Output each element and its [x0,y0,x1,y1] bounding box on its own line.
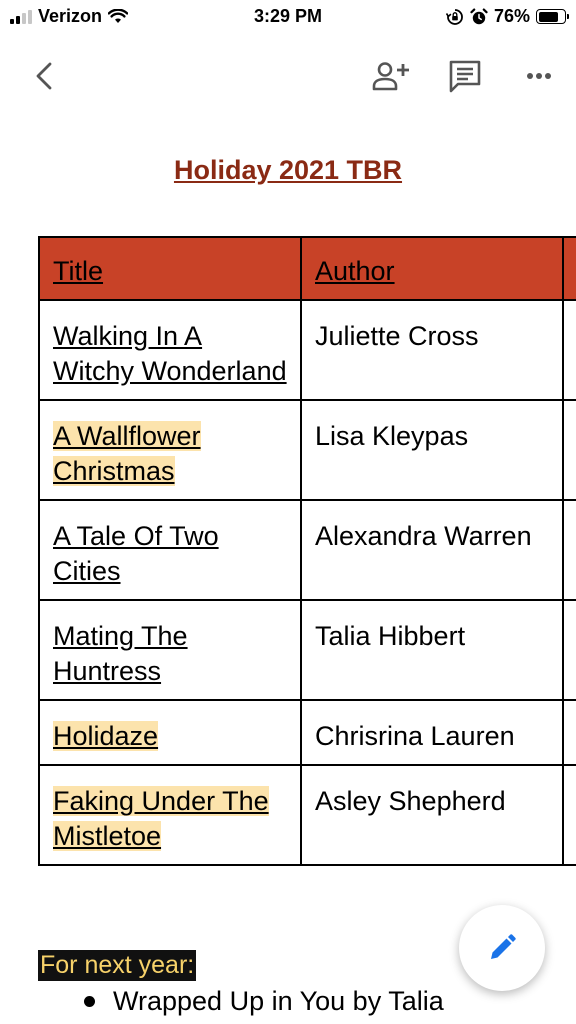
cell-extra [562,399,576,501]
header-title-text: Title [53,256,104,286]
comments-button[interactable] [445,56,485,96]
table-header-row: Title Author [38,236,576,301]
cell-extra [562,499,576,601]
cell-title[interactable]: Walking In A Witchy Wonderland [38,299,302,401]
cell-author: Lisa Kleypas [300,399,564,501]
list-item: Wrapped Up in You by Talia [84,986,444,1017]
book-title-link[interactable]: Holidaze [53,721,159,751]
add-person-icon [372,62,409,91]
header-author: Author [300,236,564,301]
book-title-link[interactable]: Walking In A Witchy Wonderland [53,321,287,386]
list-item-text: Wrapped Up in You by Talia [113,986,444,1016]
share-button[interactable] [371,56,411,96]
battery-percent: 76% [493,6,530,26]
alarm-icon [470,8,488,24]
table-row: A Tale Of Two Cities Alexandra Warren [38,499,576,601]
header-author-text: Author [315,256,395,286]
table-row: Holidaze Chrisrina Lauren [38,699,576,766]
cell-author: Talia Hibbert [300,599,564,701]
bullet-dot [84,996,95,1007]
edit-pencil-icon [491,934,516,959]
table-row: Mating The Huntress Talia Hibbert [38,599,576,701]
cell-title[interactable]: Mating The Huntress [38,599,302,701]
more-options-button[interactable] [519,56,559,96]
header-title: Title [38,236,302,301]
book-title-link[interactable]: A Wallflower Christmas [53,421,201,486]
next-year-label: For next year: [38,950,197,981]
back-button[interactable] [24,56,64,96]
book-title-link[interactable]: Mating The Huntress [53,621,188,686]
cell-extra [562,764,576,866]
document-title: Holiday 2021 TBR [173,155,403,185]
cell-author: Alexandra Warren [300,499,564,601]
back-icon [36,62,52,90]
cell-extra [562,299,576,401]
battery-fill [538,11,558,22]
table-row: Walking In A Witchy Wonderland Juliette C… [38,299,576,401]
book-rows: Walking In A Witchy Wonderland Juliette C… [38,299,576,866]
battery-icon [536,9,569,24]
book-title-link[interactable]: A Tale Of Two Cities [53,521,219,586]
table-row: A Wallflower Christmas Lisa Kleypas [38,399,576,501]
cell-extra [562,699,576,766]
book-title-link[interactable]: Faking Under The Mistletoe [53,786,269,851]
cell-title[interactable]: Holidaze [38,699,302,766]
cell-title[interactable]: A Tale Of Two Cities [38,499,302,601]
toolbar [0,48,576,104]
cell-author: Juliette Cross [300,299,564,401]
book-table: Title Author Walking In A Witchy Wonderl… [38,236,576,866]
cell-extra [562,599,576,701]
cell-title[interactable]: A Wallflower Christmas [38,399,302,501]
status-right: 76% [445,6,569,27]
status-bar: Verizon 3:29 PM 76% [0,0,576,34]
cell-title[interactable]: Faking Under The Mistletoe [38,764,302,866]
orientation-lock-icon [445,8,463,25]
table-row: Faking Under The Mistletoe Asley Shepherd [38,764,576,866]
header-extra [562,236,576,301]
more-icon [527,73,551,79]
comment-icon [449,60,481,93]
cell-author: Chrisrina Lauren [300,699,564,766]
edit-fab-button[interactable] [459,905,545,991]
cell-author: Asley Shepherd [300,764,564,866]
